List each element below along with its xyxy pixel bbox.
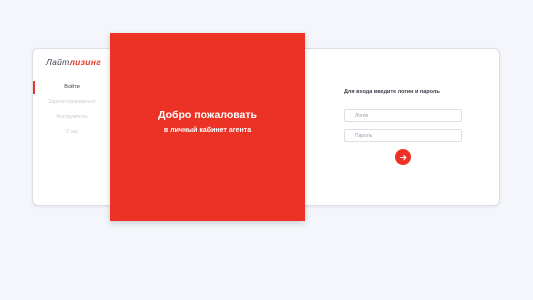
sidebar-nav: Войти Зарегистрироваться Инструменты О н… [33,80,111,140]
arrow-right-icon [399,154,406,160]
nav-item-about[interactable]: О нас [33,125,111,140]
nav-item-register[interactable]: Зарегистрироваться [33,95,111,110]
submit-button[interactable] [395,149,411,165]
password-input[interactable] [344,129,462,142]
welcome-panel: Добро пожаловать в личный кабинет агента [110,33,305,221]
welcome-subtitle: в личный кабинет агента [163,127,252,134]
welcome-title: Добро пожаловать [158,109,257,121]
nav-item-tools[interactable]: Инструменты [33,110,111,125]
login-input[interactable] [344,109,462,122]
logo-part-2: лизинг [69,57,102,67]
logo-part-1: Лайт [46,57,70,67]
form-title: Для входа введите логин и пароль [344,89,440,95]
brand-logo[interactable]: Лайтлизинг [46,57,101,67]
nav-item-login[interactable]: Войти [33,80,111,95]
